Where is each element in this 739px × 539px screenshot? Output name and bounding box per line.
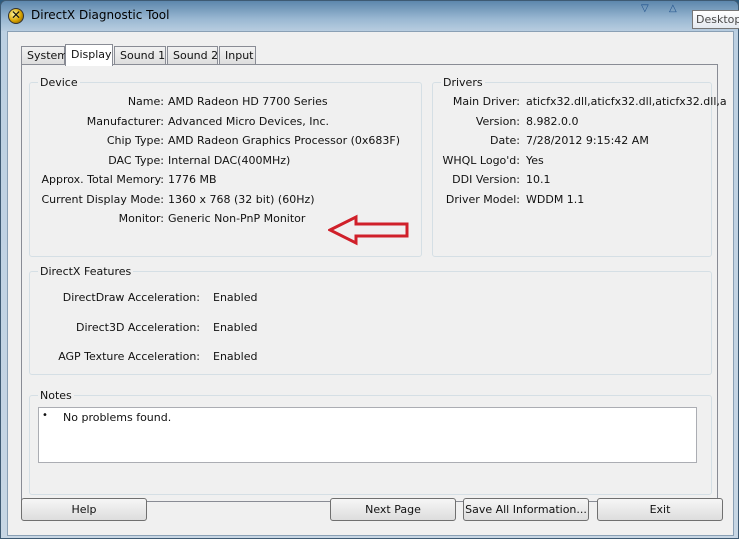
device-display-mode-label: Current Display Mode: — [41, 193, 164, 206]
device-chip-type-value: AMD Radeon Graphics Processor (0x683F) — [168, 134, 401, 147]
help-button[interactable]: Help — [21, 498, 147, 521]
directdraw-value: Enabled — [213, 291, 258, 304]
device-memory-label: Approx. Total Memory: — [41, 173, 165, 186]
tab-sound-2[interactable]: Sound 2 — [167, 46, 218, 65]
window-title: DirectX Diagnostic Tool — [31, 8, 170, 22]
device-name-label: Name: — [127, 95, 164, 108]
drivers-group-title: Drivers — [441, 76, 485, 89]
driver-row-main-driver: Main Driver: aticfx32.dll,aticfx32.dll,a… — [433, 95, 727, 109]
device-manufacturer-value: Advanced Micro Devices, Inc. — [168, 115, 330, 128]
exit-button[interactable]: Exit — [597, 498, 723, 521]
feature-row-directdraw: DirectDraw Acceleration: Enabled — [30, 291, 710, 305]
notes-textbox[interactable]: • No problems found. — [38, 407, 697, 463]
feature-row-direct3d: Direct3D Acceleration: Enabled — [30, 321, 710, 335]
driver-row-version: Version: 8.982.0.0 — [433, 115, 711, 129]
device-dac-type-label: DAC Type: — [108, 154, 164, 167]
red-annotation-arrow-icon — [328, 214, 409, 246]
tab-sound-1[interactable]: Sound 1 — [114, 46, 166, 65]
driver-version-value: 8.982.0.0 — [526, 115, 579, 128]
whql-value: Yes — [526, 154, 544, 167]
notes-group: Notes • No problems found. — [29, 389, 712, 495]
device-manufacturer-label: Manufacturer: — [86, 115, 164, 128]
directx-features-title: DirectX Features — [38, 265, 134, 278]
device-group-title: Device — [38, 76, 80, 89]
device-monitor-label: Monitor: — [118, 212, 164, 225]
whql-label: WHQL Logo'd: — [442, 154, 520, 167]
driver-model-value: WDDM 1.1 — [526, 193, 585, 206]
direct3d-label: Direct3D Acceleration: — [76, 321, 200, 334]
driver-row-driver-model: Driver Model: WDDM 1.1 — [433, 193, 711, 207]
title-bar: DirectX Diagnostic Tool ▽ △ — [1, 1, 738, 31]
save-all-information-button[interactable]: Save All Information... — [463, 498, 589, 521]
driver-version-label: Version: — [475, 115, 520, 128]
directx-app-icon — [8, 8, 24, 24]
device-name-value: AMD Radeon HD 7700 Series — [168, 95, 328, 108]
feature-row-agp-texture: AGP Texture Acceleration: Enabled — [30, 350, 710, 364]
driver-row-whql: WHQL Logo'd: Yes — [433, 154, 711, 168]
device-row-manufacturer: Manufacturer: Advanced Micro Devices, In… — [30, 115, 420, 129]
main-driver-value: aticfx32.dll,aticfx32.dll,aticfx32.dll,a — [526, 95, 727, 108]
directx-features-group: DirectX Features DirectDraw Acceleration… — [29, 265, 712, 375]
note-item: No problems found. — [63, 411, 172, 424]
tab-input[interactable]: Input — [219, 46, 256, 65]
next-page-button[interactable]: Next Page — [330, 498, 456, 521]
main-window: DirectX Diagnostic Tool ▽ △ Desktop Syst… — [0, 0, 739, 539]
driver-model-label: Driver Model: — [445, 193, 520, 206]
device-row-chip-type: Chip Type: AMD Radeon Graphics Processor… — [30, 134, 420, 148]
device-monitor-value: Generic Non-PnP Monitor — [168, 212, 306, 225]
chevron-up-icon[interactable]: △ — [669, 3, 677, 14]
display-tab-panel: Device Name: AMD Radeon HD 7700 Series M… — [21, 64, 727, 502]
directdraw-label: DirectDraw Acceleration: — [62, 291, 200, 304]
agp-texture-label: AGP Texture Acceleration: — [58, 350, 200, 363]
device-chip-type-label: Chip Type: — [106, 134, 164, 147]
chevron-down-icon[interactable]: ▽ — [641, 3, 649, 14]
device-row-memory: Approx. Total Memory: 1776 MB — [30, 173, 420, 187]
device-dac-type-value: Internal DAC(400MHz) — [168, 154, 291, 167]
driver-row-date: Date: 7/28/2012 9:15:42 AM — [433, 134, 711, 148]
notes-group-title: Notes — [38, 389, 74, 402]
main-driver-label: Main Driver: — [452, 95, 520, 108]
driver-date-value: 7/28/2012 9:15:42 AM — [526, 134, 649, 147]
agp-texture-value: Enabled — [213, 350, 258, 363]
device-display-mode-value: 1360 x 768 (32 bit) (60Hz) — [168, 193, 315, 206]
drivers-group: Drivers Main Driver: aticfx32.dll,aticfx… — [432, 76, 727, 257]
ddi-version-value: 10.1 — [526, 173, 551, 186]
device-row-dac-type: DAC Type: Internal DAC(400MHz) — [30, 154, 420, 168]
ddi-version-label: DDI Version: — [452, 173, 520, 186]
tab-system[interactable]: System — [21, 46, 68, 65]
desktop-tooltip: Desktop — [692, 10, 739, 29]
device-row-name: Name: AMD Radeon HD 7700 Series — [30, 95, 420, 109]
driver-date-label: Date: — [490, 134, 520, 147]
bullet-icon: • — [42, 410, 48, 421]
device-memory-value: 1776 MB — [168, 173, 217, 186]
dialog-client-area: System Display Sound 1 Sound 2 Input Dev… — [7, 31, 734, 536]
driver-row-ddi-version: DDI Version: 10.1 — [433, 173, 711, 187]
tab-display[interactable]: Display — [65, 44, 113, 66]
device-row-display-mode: Current Display Mode: 1360 x 768 (32 bit… — [30, 193, 420, 207]
direct3d-value: Enabled — [213, 321, 258, 334]
